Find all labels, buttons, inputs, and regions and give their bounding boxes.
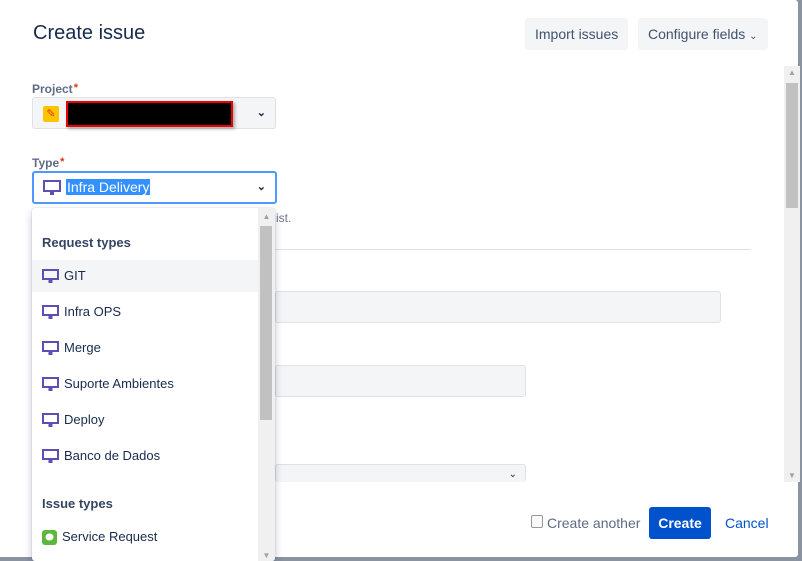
field-select[interactable]: ⌄ [275,464,526,482]
dropdown-item-service-request[interactable]: Service Request [32,521,258,553]
required-mark: * [60,156,65,168]
configure-fields-button[interactable]: Configure fields ⌄ [638,18,768,50]
scrollbar-thumb[interactable] [260,226,272,420]
project-label: Project* [32,82,78,96]
scrollbar-thumb[interactable] [786,83,798,208]
group-heading-request-types: Request types [42,235,131,250]
monitor-icon [42,413,59,428]
field-input[interactable] [275,365,526,397]
dropdown-item-label: Merge [64,340,101,355]
dialog-title: Create issue [33,22,146,44]
dropdown-item[interactable]: Banco de Dados [32,440,258,472]
scroll-down-icon[interactable]: ▼ [258,551,275,560]
dropdown-item-label: Banco de Dados [64,448,161,463]
scroll-up-icon[interactable]: ▲ [784,68,800,77]
dropdown-item[interactable]: GIT [32,260,258,292]
required-mark: * [73,82,78,94]
chevron-down-icon: ⌄ [508,469,517,480]
type-label: Type* [32,156,65,170]
monitor-icon [42,305,59,320]
divider [275,249,751,250]
dropdown-item-label: Suporte Ambientes [64,376,174,391]
chevron-down-icon: ⌄ [749,31,758,42]
dropdown-item[interactable]: Deploy [32,404,258,436]
dropdown-item[interactable]: Infra OPS [32,296,258,328]
project-avatar-icon: ✎ [43,106,59,122]
monitor-icon [42,341,59,356]
dropdown-item-label: Deploy [64,412,105,427]
create-button[interactable]: Create [649,507,711,539]
redacted-project-name [66,101,233,127]
dropdown-item-label: GIT [64,268,86,283]
summary-input[interactable] [275,291,721,323]
chevron-down-icon: ⌄ [256,181,266,193]
service-request-icon [42,530,57,546]
configure-fields-label: Configure fields [648,26,746,42]
dropdown-scrollbar[interactable]: ▲ ▼ [258,208,275,561]
type-dropdown: Request types GIT Infra OPS Merge Suporte A… [32,208,275,561]
cancel-link[interactable]: Cancel [725,515,769,531]
chevron-down-icon: ⌄ [256,107,266,119]
form-scrollbar[interactable]: ▲ ▼ [784,66,800,482]
monitor-icon [43,180,61,195]
group-heading-issue-types: Issue types [42,496,113,511]
monitor-icon [42,377,59,392]
import-issues-button[interactable]: Import issues [525,18,629,50]
project-select[interactable]: ✎ ⌄ [32,97,276,129]
dropdown-item[interactable]: Suporte Ambientes [32,368,258,400]
type-hint: ist. [276,211,292,225]
create-another-label[interactable]: Create another [547,515,640,531]
type-select[interactable]: Infra Delivery ⌄ [32,171,277,204]
scroll-down-icon[interactable]: ▼ [784,471,800,480]
scroll-up-icon[interactable]: ▲ [258,212,275,221]
monitor-icon [42,449,59,464]
dropdown-item-label: Infra OPS [64,304,122,319]
dropdown-item[interactable]: Merge [32,332,258,364]
create-another-checkbox[interactable] [531,515,543,528]
type-value[interactable]: Infra Delivery [66,179,151,195]
monitor-icon [42,269,59,284]
